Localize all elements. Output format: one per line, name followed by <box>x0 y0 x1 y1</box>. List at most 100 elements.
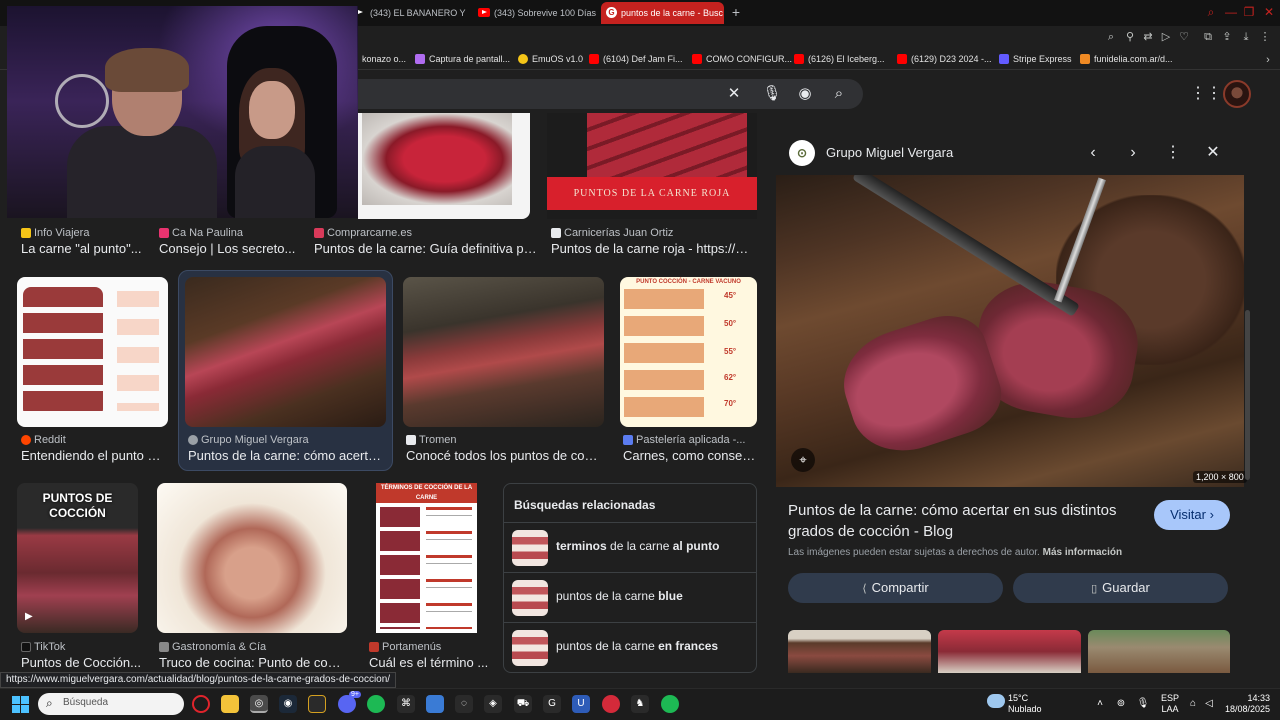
weather-widget[interactable]: 15°C Nublado <box>1008 693 1042 715</box>
search-tabs-icon[interactable]: ⌕ <box>1203 4 1219 20</box>
translate-icon[interactable]: ⇄ <box>1141 30 1155 44</box>
bookmark-item[interactable]: COMO CONFIGUR... <box>692 51 792 67</box>
tab-bananero[interactable]: (343) EL BANANERO Y LA <box>350 2 468 24</box>
result-title[interactable]: Carnes, como conseg... <box>623 447 757 464</box>
result-title[interactable]: Conocé todos los puntos de cocci... <box>406 447 602 464</box>
next-icon[interactable]: › <box>1122 142 1144 164</box>
zoom-icon[interactable]: ⌕ <box>1104 30 1118 44</box>
result-source[interactable]: Grupo Miguel Vergara <box>188 433 388 447</box>
share-button[interactable]: ⟨ Compartir <box>788 573 1003 603</box>
related-image-thumbnail[interactable] <box>788 630 931 673</box>
panel-scrollbar[interactable] <box>1245 140 1251 670</box>
bookmark-item[interactable]: (6126) El Iceberg... <box>794 51 885 67</box>
result-title[interactable]: Entendiendo el punto de... <box>21 447 166 464</box>
result-source[interactable]: Pastelería aplicada -... <box>623 433 757 447</box>
related-search-item[interactable]: puntos de la carne en frances <box>504 622 756 672</box>
result-thumbnail[interactable] <box>403 277 604 427</box>
result-thumbnail[interactable]: TÉRMINOS DE COCCIÓN DE LA CARNE <box>376 483 477 633</box>
play-icon[interactable]: ▷ <box>1159 30 1173 44</box>
car-icon[interactable]: ⛟ <box>514 695 532 713</box>
result-thumbnail[interactable] <box>157 483 347 633</box>
chrome-icon[interactable]: ◎ <box>250 695 268 713</box>
spotify-icon[interactable] <box>367 695 385 713</box>
volume-icon[interactable]: ◁ <box>1202 697 1216 711</box>
app-icon[interactable]: ⌘ <box>397 695 415 713</box>
avatar[interactable] <box>1223 80 1251 108</box>
result-title[interactable]: Truco de cocina: Punto de cocci... <box>159 654 347 671</box>
more-info-link[interactable]: Más información <box>1043 547 1122 558</box>
taskbar-search[interactable]: ⌕ Búsqueda <box>38 693 184 715</box>
tab-puntos-carne[interactable]: G puntos de la carne - Busc <box>601 2 724 24</box>
cloud-icon[interactable] <box>987 694 1005 708</box>
app-icon[interactable]: ◈ <box>484 695 502 713</box>
microphone-icon[interactable]: 🎙 <box>1136 697 1150 711</box>
wifi-icon[interactable]: ⌂ <box>1186 697 1200 711</box>
result-source[interactable]: Info Viajera <box>21 226 151 240</box>
chevron-up-icon[interactable]: ˄ <box>1093 697 1107 711</box>
app-icon[interactable] <box>602 695 620 713</box>
spotify-icon[interactable] <box>661 695 679 713</box>
app-icon[interactable]: ◌ <box>455 695 473 713</box>
minimize-icon[interactable]: — <box>1223 4 1239 20</box>
clock[interactable]: 14:33 18/08/2025 <box>1222 693 1270 715</box>
notes-icon[interactable] <box>426 695 444 713</box>
result-title[interactable]: La carne "al punto"... <box>21 240 151 257</box>
clear-search-icon[interactable]: ✕ <box>724 84 744 104</box>
lens-search-icon[interactable]: ⌖ <box>791 448 815 472</box>
result-title[interactable]: Puntos de Cocción... <box>21 654 141 671</box>
bookmark-item[interactable]: (6129) D23 2024 -... <box>897 51 992 67</box>
microphone-icon[interactable]: 🎙 <box>762 84 782 104</box>
extensions-icon[interactable]: ⧉ <box>1201 30 1215 44</box>
bookmark-item[interactable]: (6104) Def Jam Fi... <box>589 51 683 67</box>
lens-icon[interactable]: ◉ <box>795 84 815 104</box>
apps-grid-icon[interactable]: ⋮⋮ <box>1190 84 1222 104</box>
result-title[interactable]: Consejo | Los secreto... <box>159 240 299 257</box>
result-thumbnail[interactable] <box>358 113 530 219</box>
result-source[interactable]: Reddit <box>21 433 166 447</box>
bookmark-item[interactable]: funidelia.com.ar/d... <box>1080 51 1173 67</box>
menu-icon[interactable]: ⋮ <box>1258 30 1272 44</box>
visit-button[interactable]: Visitar › <box>1154 500 1230 530</box>
file-explorer-icon[interactable] <box>221 695 239 713</box>
pin-icon[interactable]: ⚲ <box>1123 30 1137 44</box>
steam-icon[interactable]: ◉ <box>279 695 297 713</box>
app-tray-icon[interactable]: ⊚ <box>1114 697 1128 711</box>
bitwarden-icon[interactable]: U <box>572 695 590 713</box>
bookmark-item[interactable]: Captura de pantall... <box>415 51 510 67</box>
close-window-icon[interactable]: ✕ <box>1261 4 1277 20</box>
result-source[interactable]: Comprarcarne.es <box>314 226 534 240</box>
maximize-icon[interactable]: ❐ <box>1241 4 1257 20</box>
preview-image[interactable] <box>776 175 1244 487</box>
app-shield-icon[interactable] <box>308 695 326 713</box>
bookmark-item[interactable]: EmuOS v1.0 <box>518 51 583 67</box>
search-icon[interactable]: ⌕ <box>829 84 849 104</box>
result-title[interactable]: Puntos de la carne: Guía definitiva pa..… <box>314 240 539 257</box>
result-source[interactable]: Carnicerías Juan Ortiz <box>551 226 756 240</box>
tab-sobrevive[interactable]: (343) Sobrevive 100 Días <box>474 2 596 24</box>
language-indicator[interactable]: ESP LAA <box>1161 693 1179 715</box>
result-thumbnail[interactable] <box>17 277 168 427</box>
previous-icon[interactable]: ‹ <box>1082 142 1104 164</box>
more-bookmarks-icon[interactable]: › <box>1261 53 1275 67</box>
app-icon[interactable]: ♞ <box>631 695 649 713</box>
result-thumbnail[interactable] <box>185 277 386 427</box>
new-tab-button[interactable]: + <box>728 4 744 20</box>
related-image-thumbnail[interactable] <box>938 630 1081 673</box>
scrollbar-thumb[interactable] <box>1245 310 1250 480</box>
panel-site-name[interactable]: Grupo Miguel Vergara <box>826 145 953 160</box>
opera-icon[interactable] <box>192 695 210 713</box>
save-button[interactable]: ▯ Guardar <box>1013 573 1228 603</box>
heart-icon[interactable]: ♡ <box>1177 30 1191 44</box>
result-source[interactable]: Ca Na Paulina <box>159 226 299 240</box>
result-thumbnail[interactable]: PUNTO COCCIÓN - CARNE VACUNO 45° 50° 55°… <box>620 277 757 427</box>
related-search-item[interactable]: terminos de la carne al punto <box>504 522 756 572</box>
windows-start-icon[interactable] <box>12 696 29 713</box>
result-title[interactable]: Puntos de la carne roja - https://ww... <box>551 240 756 257</box>
result-source[interactable]: TikTok <box>21 640 141 654</box>
related-image-thumbnail[interactable] <box>1088 630 1230 673</box>
panel-title[interactable]: Puntos de la carne: cómo acertar en sus … <box>788 500 1138 542</box>
more-options-icon[interactable]: ⋮ <box>1162 142 1184 164</box>
result-title[interactable]: Puntos de la carne: cómo acertar ... <box>188 447 384 464</box>
app-icon[interactable]: G <box>543 695 561 713</box>
bookmark-item[interactable]: Stripe Express <box>999 51 1072 67</box>
